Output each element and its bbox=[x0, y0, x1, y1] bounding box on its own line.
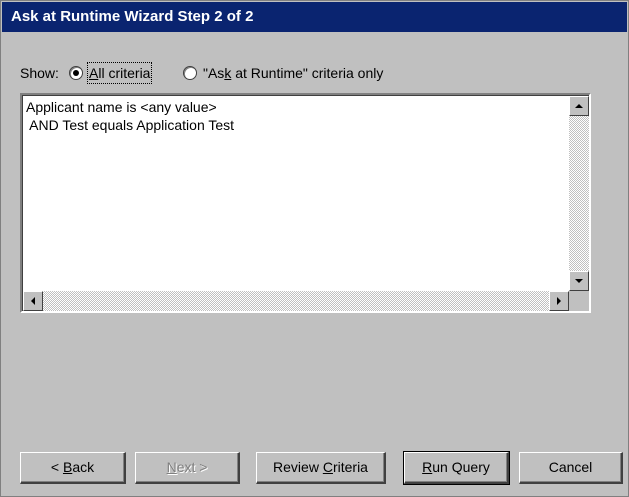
review-criteria-button[interactable]: Review Criteria bbox=[256, 452, 386, 484]
criteria-list-box[interactable]: Applicant name is <any value> AND Test e… bbox=[20, 93, 591, 313]
show-label: Show: bbox=[20, 65, 59, 81]
criteria-text: Applicant name is <any value> AND Test e… bbox=[26, 98, 234, 134]
scroll-down-button[interactable] bbox=[569, 271, 589, 291]
arrow-left-icon bbox=[31, 297, 35, 305]
scroll-left-button[interactable] bbox=[23, 291, 43, 311]
scroll-right-button[interactable] bbox=[549, 291, 569, 311]
criteria-line: AND Test equals Application Test bbox=[26, 117, 235, 133]
horizontal-scrollbar[interactable] bbox=[23, 291, 569, 311]
arrow-up-icon bbox=[575, 104, 583, 108]
criteria-line: Applicant name is <any value> bbox=[26, 99, 217, 115]
scrollbar-corner bbox=[569, 291, 589, 311]
next-button[interactable]: Next > bbox=[135, 452, 240, 484]
cancel-button[interactable]: Cancel bbox=[519, 452, 623, 484]
run-query-button[interactable]: Run Query bbox=[403, 451, 510, 485]
arrow-right-icon bbox=[557, 297, 561, 305]
ask-at-runtime-only-radio[interactable] bbox=[183, 66, 197, 80]
ask-at-runtime-only-label[interactable]: "Ask at Runtime" criteria only bbox=[203, 63, 383, 83]
radio-selected-dot bbox=[73, 70, 79, 76]
vertical-scrollbar[interactable] bbox=[569, 96, 589, 291]
all-criteria-radio[interactable] bbox=[69, 66, 83, 80]
window-title: Ask at Runtime Wizard Step 2 of 2 bbox=[11, 8, 254, 25]
all-criteria-label[interactable]: All criteria bbox=[86, 62, 153, 84]
wizard-dialog: Ask at Runtime Wizard Step 2 of 2 Show: … bbox=[0, 0, 629, 497]
back-button[interactable]: < Back bbox=[20, 452, 126, 484]
scroll-up-button[interactable] bbox=[569, 96, 589, 116]
arrow-down-icon bbox=[575, 279, 583, 283]
title-bar: Ask at Runtime Wizard Step 2 of 2 bbox=[2, 2, 627, 32]
